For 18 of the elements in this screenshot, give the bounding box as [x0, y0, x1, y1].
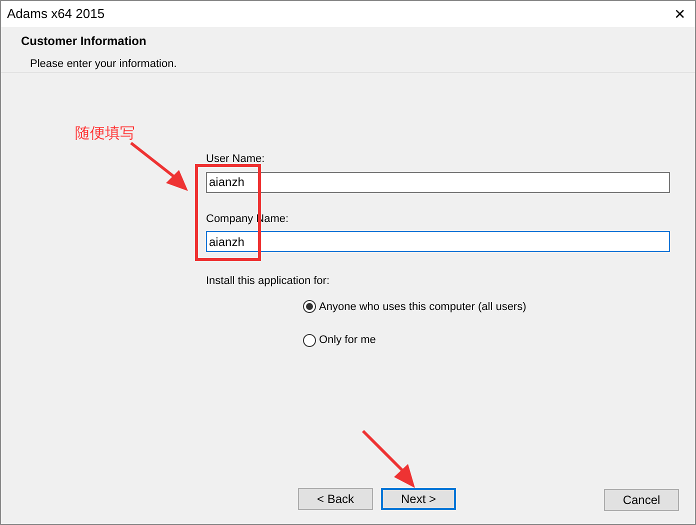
cancel-button[interactable]: Cancel — [604, 489, 679, 511]
radio-button[interactable] — [303, 334, 316, 347]
header-subtitle: Please enter your information. — [30, 57, 178, 72]
arrow — [130, 142, 188, 191]
radio-label: Only for me — [319, 333, 376, 348]
next-button[interactable]: Next > — [381, 488, 456, 510]
install-label: Install this application for: — [206, 274, 331, 289]
radio-button[interactable] — [303, 300, 316, 314]
close-button[interactable]: ✕ — [665, 1, 695, 27]
text-field[interactable]: aianzh — [206, 172, 670, 192]
radio-label: Anyone who uses this computer (all users) — [319, 300, 526, 314]
arrow — [362, 430, 415, 488]
header-title: Customer Information — [21, 33, 148, 50]
field-label: User Name: — [206, 152, 266, 167]
back-button[interactable]: < Back — [298, 488, 373, 510]
text-field[interactable]: aianzh — [206, 231, 670, 252]
window-title: Adams x64 2015 — [7, 5, 105, 24]
annotation-note: 随便填写 — [75, 124, 135, 144]
